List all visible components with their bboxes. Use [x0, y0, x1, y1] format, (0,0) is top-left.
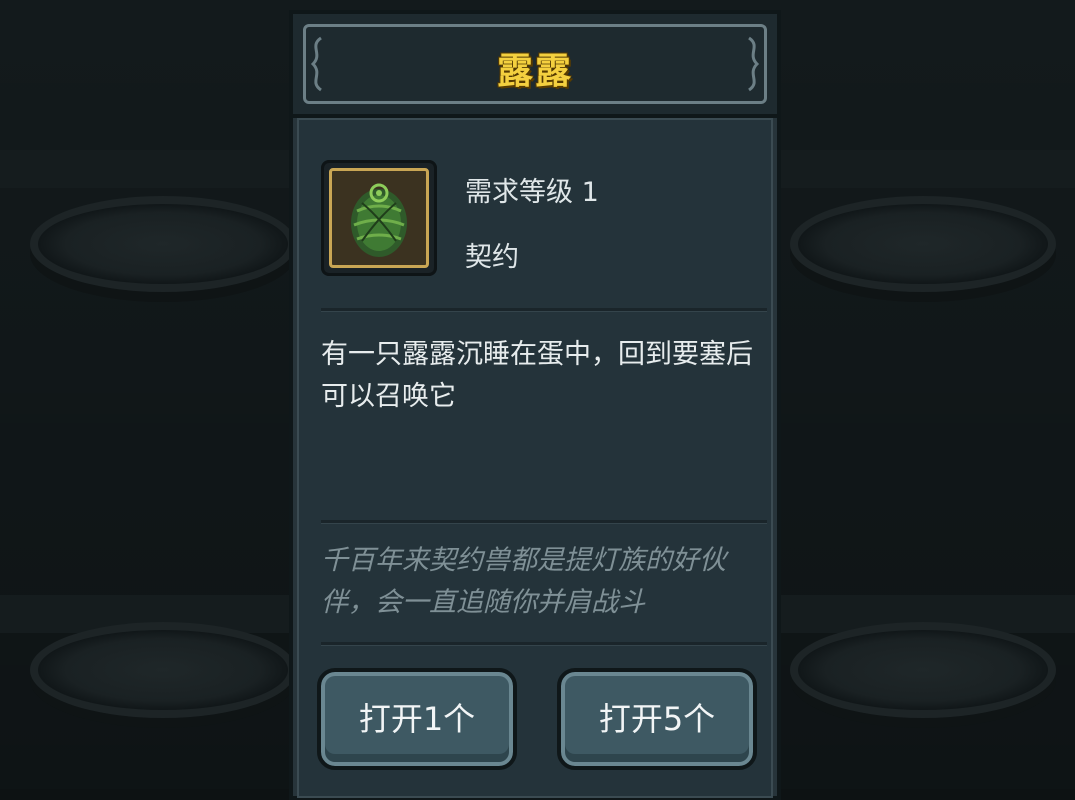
divider	[321, 520, 767, 524]
background-pedestal	[30, 196, 296, 292]
panel-header: 露露	[293, 14, 777, 118]
item-icon-frame	[329, 168, 429, 268]
background-pedestal	[30, 622, 296, 718]
required-level-label: 需求等级 1	[465, 177, 599, 208]
background-pedestal	[790, 196, 1056, 292]
panel-body: 需求等级 1 契约 有一只露露沉睡在蛋中，回到要塞后可以召唤它 千百年来契约兽都…	[297, 118, 773, 798]
background-pedestal	[790, 622, 1056, 718]
open-five-button[interactable]: 打开5个	[557, 668, 757, 770]
open-one-button[interactable]: 打开1个	[317, 668, 517, 770]
item-title: 露露	[496, 51, 573, 92]
item-icon-slot	[321, 160, 437, 276]
divider	[321, 308, 767, 312]
divider	[321, 642, 767, 646]
item-type-label: 契约	[465, 242, 519, 273]
flavor-text: 千百年来契约兽都是提灯族的好伙伴，会一直追随你并肩战斗	[321, 545, 726, 618]
item-description: 有一只露露沉睡在蛋中，回到要塞后可以召唤它	[321, 339, 753, 412]
item-detail-panel: 露露 需求等级 1 契约 有一只露露沉睡在蛋中，回到要塞后可以召唤它 千百年来契…	[289, 10, 781, 800]
green-egg-icon	[351, 183, 407, 257]
